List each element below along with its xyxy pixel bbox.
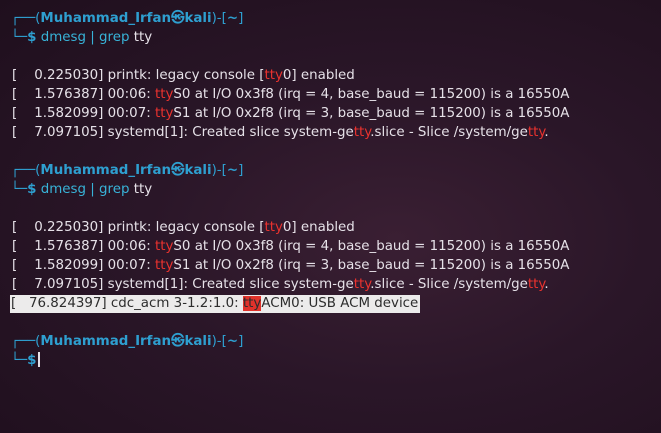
text-cursor [38, 352, 41, 367]
match-highlight: tty [242, 296, 262, 311]
output-line: [ 1.576387] 00:06: ttyS0 at I/O 0x3f8 (i… [10, 85, 655, 104]
output-line: [ 0.225030] printk: legacy console [tty0… [10, 218, 655, 237]
output-text: [ 1.582099] 00:07: [12, 106, 155, 121]
prompt-close-bracket: ] [238, 163, 244, 178]
new-output-line: [ 76.824397] cdc_acm 3-1.2:1.0: ttyACM0:… [10, 294, 655, 313]
command-pipe: | [90, 30, 95, 45]
prompt-cwd: ~ [226, 163, 239, 178]
prompt-box-top: ┌──( [11, 334, 41, 349]
match-highlight: tty [154, 106, 174, 121]
command-grep: grep [99, 182, 130, 197]
output-text: ACM0: USB ACM device [261, 296, 419, 311]
output-text: .slice - Slice /system/ge [370, 125, 528, 140]
output-text: [ 7.097105] systemd[1]: Created slice sy… [12, 125, 354, 140]
terminal-output[interactable]: ┌──(Muhammad_Irfan㉿kali)-[~] └─$ dmesg |… [10, 9, 655, 370]
skull-icon: ㉿ [171, 11, 185, 26]
command-line-active[interactable]: └─$ [10, 351, 655, 370]
prompt-box-bottom: └─ [11, 353, 28, 368]
match-highlight: tty [154, 87, 174, 102]
output-line: [ 7.097105] systemd[1]: Created slice sy… [10, 275, 655, 294]
prompt-box-top: ┌──( [11, 11, 41, 26]
prompt-close-bracket: ] [238, 334, 244, 349]
output-line: [ 1.582099] 00:07: ttyS1 at I/O 0x2f8 (i… [10, 256, 655, 275]
output-text: [ 1.576387] 00:06: [12, 239, 155, 254]
command-grep: grep [99, 30, 130, 45]
output-text: .slice - Slice /system/ge [370, 277, 528, 292]
prompt-user: Muhammad_Irfan [40, 163, 172, 178]
output-line: [ 1.576387] 00:06: ttyS0 at I/O 0x3f8 (i… [10, 237, 655, 256]
match-highlight: tty [154, 258, 174, 273]
prompt-line: ┌──(Muhammad_Irfan㉿kali)-[~] [10, 161, 655, 180]
prompt-host: kali [184, 11, 212, 26]
output-text: [ 1.582099] 00:07: [12, 258, 155, 273]
output-text: 0] enabled [282, 68, 355, 83]
command-pipe: | [90, 182, 95, 197]
prompt-cwd: ~ [226, 11, 239, 26]
output-line: [ 7.097105] systemd[1]: Created slice sy… [10, 123, 655, 142]
prompt-box-top: ┌──( [11, 163, 41, 178]
output-text: [ 0.225030] printk: legacy console [ [12, 68, 265, 83]
match-highlight: tty [353, 125, 371, 140]
output-text: [ 0.225030] printk: legacy console [ [12, 220, 265, 235]
output-line: [ 0.225030] printk: legacy console [tty0… [10, 66, 655, 85]
command-arg: tty [133, 182, 153, 197]
command-name: dmesg [40, 182, 86, 197]
command-name: dmesg [40, 30, 86, 45]
output-line: [ 1.582099] 00:07: ttyS1 at I/O 0x2f8 (i… [10, 104, 655, 123]
highlighted-line: [ 76.824397] cdc_acm 3-1.2:1.0: ttyACM0:… [10, 295, 421, 313]
prompt-separator: )-[ [211, 11, 227, 26]
prompt-user: Muhammad_Irfan [40, 11, 172, 26]
prompt-box-bottom: └─ [11, 182, 28, 197]
match-highlight: tty [264, 68, 283, 83]
command-line: └─$ dmesg | grep tty [10, 180, 655, 199]
prompt-host: kali [184, 334, 212, 349]
prompt-dollar: $ [27, 30, 37, 45]
command-arg: tty [133, 30, 153, 45]
match-highlight: tty [527, 125, 545, 140]
skull-icon: ㉿ [171, 334, 185, 349]
prompt-line: ┌──(Muhammad_Irfan㉿kali)-[~] [10, 332, 655, 351]
match-highlight: tty [353, 277, 371, 292]
prompt-dollar: $ [27, 353, 37, 368]
prompt-separator: )-[ [211, 163, 227, 178]
prompt-dollar: $ [27, 182, 37, 197]
output-text: S1 at I/O 0x2f8 (irq = 3, base_baud = 11… [173, 258, 570, 273]
output-text: S0 at I/O 0x3f8 (irq = 4, base_baud = 11… [173, 87, 570, 102]
command-line: └─$ dmesg | grep tty [10, 28, 655, 47]
prompt-host: kali [184, 163, 212, 178]
skull-icon: ㉿ [171, 163, 185, 178]
output-text: . [544, 125, 549, 140]
output-text: 0] enabled [282, 220, 355, 235]
prompt-line: ┌──(Muhammad_Irfan㉿kali)-[~] [10, 9, 655, 28]
prompt-box-bottom: └─ [11, 30, 28, 45]
output-text: [ 7.097105] systemd[1]: Created slice sy… [12, 277, 354, 292]
output-text: S1 at I/O 0x2f8 (irq = 3, base_baud = 11… [173, 106, 570, 121]
prompt-cwd: ~ [226, 334, 239, 349]
output-text: . [544, 277, 549, 292]
output-text: S0 at I/O 0x3f8 (irq = 4, base_baud = 11… [173, 239, 570, 254]
prompt-separator: )-[ [211, 334, 227, 349]
prompt-close-bracket: ] [238, 11, 244, 26]
prompt-user: Muhammad_Irfan [40, 334, 172, 349]
match-highlight: tty [264, 220, 283, 235]
match-highlight: tty [154, 239, 174, 254]
terminal-window[interactable]: { "prompt": { "box_top": "┌──(", "user":… [0, 0, 661, 433]
match-highlight: tty [527, 277, 545, 292]
output-text: [ 76.824397] cdc_acm 3-1.2:1.0: [11, 296, 243, 311]
output-text: [ 1.576387] 00:06: [12, 87, 155, 102]
